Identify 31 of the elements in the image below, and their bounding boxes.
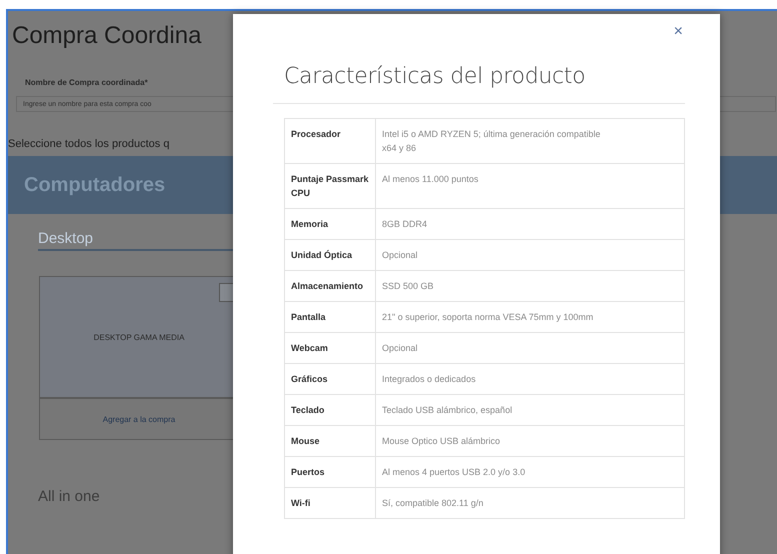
spec-value: Intel i5 o AMD RYZEN 5; última generación compatible x64 y 86 [376,118,684,164]
spec-label: Almacenamiento [284,270,376,302]
field-label: Nombre de Compra coordinada* [25,78,148,87]
product-name: DESKTOP GAMA MEDIA [94,332,184,342]
spec-label: Mouse [284,426,376,456]
spec-label: Teclado [284,394,376,426]
spec-value: 8GB DDR4 [376,208,684,240]
page-title: Compra Coordina [12,22,202,50]
spec-label: Unidad Óptica [284,240,376,270]
spec-value: Opcional [376,332,684,364]
subcategory-title: All in one [38,488,100,505]
spec-value: SSD 500 GB [376,270,684,302]
instruction-text: Seleccione todos los productos q [8,138,170,150]
spec-label: Memoria [284,208,376,240]
spec-label: Wi-fi [284,488,376,518]
spec-value: Opcional [376,240,684,270]
spec-value: Sí, compatible 802.11 g/n [376,488,684,518]
spec-value: Al menos 11.000 puntos [376,164,684,208]
spec-label: Puntaje Passmark CPU [284,164,376,208]
spec-value: Integrados o dedicados [376,364,684,394]
spec-label: Procesador [284,118,376,164]
spec-value: Mouse Optico USB alámbrico [376,426,684,456]
close-button[interactable]: × [672,24,685,40]
spec-value: Al menos 4 puertos USB 2.0 y/o 3.0 [376,456,684,488]
spec-label: Webcam [284,332,376,364]
spec-label: Gráficos [284,364,376,394]
spec-label: Pantalla [284,302,376,332]
spec-value: Teclado USB alámbrico, español [376,394,684,426]
spec-label: Puertos [284,456,376,488]
dialog-title: Características del producto [284,64,586,89]
spec-value: 21" o superior, soporta norma VESA 75mm y 100mm [376,302,684,332]
